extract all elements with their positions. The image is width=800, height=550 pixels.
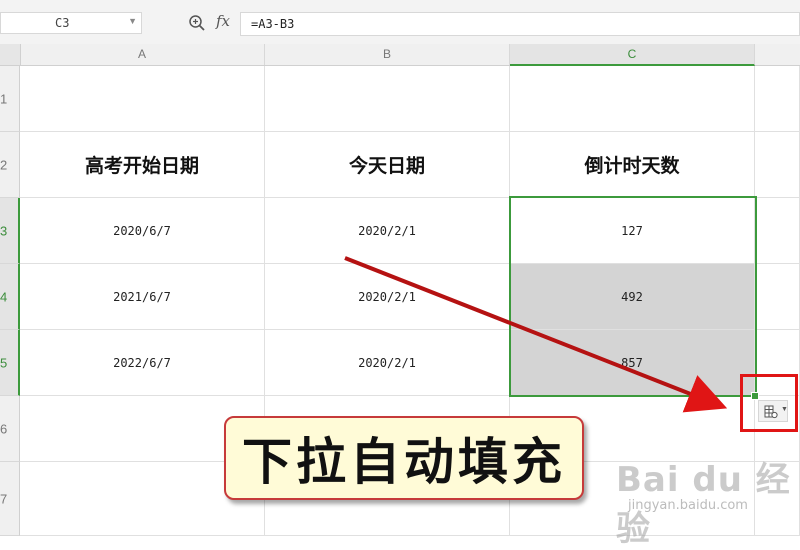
annotation-highlight-box <box>740 374 798 432</box>
cell-b5[interactable]: 2020/2/1 <box>265 330 510 396</box>
callout-box: 下拉自动填充 <box>224 416 584 500</box>
cell-b2[interactable]: 今天日期 <box>265 132 510 198</box>
cell-c2[interactable]: 倒计时天数 <box>510 132 755 198</box>
cell-d2[interactable] <box>755 132 800 198</box>
formula-bar: C3 ▼ fx =A3-B3 <box>0 0 800 44</box>
column-header-row: A B C <box>0 44 800 66</box>
zoom-icon[interactable] <box>188 14 206 32</box>
fx-icon[interactable]: fx <box>216 12 230 30</box>
watermark: Bai du 经验 jingyan.baidu.com <box>616 452 796 549</box>
name-box[interactable]: C3 ▼ <box>0 12 142 34</box>
column-header-a[interactable]: A <box>20 44 265 65</box>
watermark-url: jingyan.baidu.com <box>628 498 748 513</box>
cell-a2[interactable]: 高考开始日期 <box>20 132 265 198</box>
cell-b3[interactable]: 2020/2/1 <box>265 198 510 264</box>
cell-a3[interactable]: 2020/6/7 <box>20 198 265 264</box>
row-header-3[interactable]: 3 <box>0 198 20 264</box>
row-header-2[interactable]: 2 <box>0 132 20 198</box>
formula-text: =A3-B3 <box>251 17 295 31</box>
row-header-6[interactable]: 6 <box>0 396 20 462</box>
cell-b4[interactable]: 2020/2/1 <box>265 264 510 330</box>
select-all-corner[interactable] <box>0 44 21 65</box>
formula-input[interactable]: =A3-B3 <box>240 12 800 36</box>
cell-d3[interactable] <box>755 198 800 264</box>
cell-c3[interactable]: 127 <box>510 198 755 264</box>
row-header-4[interactable]: 4 <box>0 264 20 330</box>
cell-d1[interactable] <box>755 66 800 132</box>
column-header-c[interactable]: C <box>510 44 755 66</box>
chevron-down-icon[interactable]: ▼ <box>128 16 137 26</box>
cell-a1[interactable] <box>20 66 265 132</box>
row-header-7[interactable]: 7 <box>0 462 20 536</box>
cell-a5[interactable]: 2022/6/7 <box>20 330 265 396</box>
row-header-1[interactable]: 1 <box>0 66 20 132</box>
cell-c1[interactable] <box>510 66 755 132</box>
cell-b1[interactable] <box>265 66 510 132</box>
row-header-5[interactable]: 5 <box>0 330 20 396</box>
callout-text: 下拉自动填充 <box>242 433 566 491</box>
column-header-d[interactable] <box>755 44 800 65</box>
cell-a4[interactable]: 2021/6/7 <box>20 264 265 330</box>
name-box-value: C3 <box>55 16 70 30</box>
cell-c5[interactable]: 857 <box>510 330 755 396</box>
column-header-b[interactable]: B <box>265 44 510 65</box>
cell-d4[interactable] <box>755 264 800 330</box>
cell-c4[interactable]: 492 <box>510 264 755 330</box>
